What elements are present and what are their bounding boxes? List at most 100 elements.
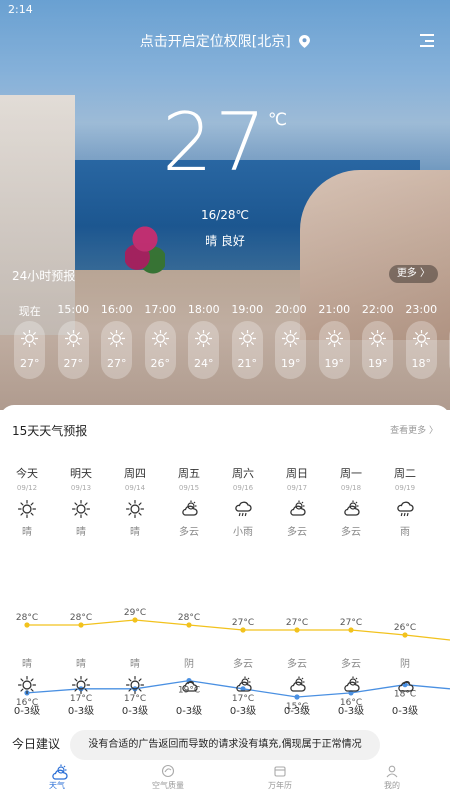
- wind-level: 0-3级: [13, 706, 41, 717]
- tab-air-quality[interactable]: 空气质量: [128, 764, 208, 791]
- ad-toast-message: 没有合适的广告返回而导致的请求没有填充,偶现属于正常情况: [70, 730, 380, 760]
- daily-forecast-list[interactable]: 28°C 28°C 29°C 28°C 27°C 27°C 27°C 26°C 16°C 17°C…: [0, 465, 450, 755]
- wind-level: 0-3级: [391, 706, 419, 717]
- daily-forecast-day[interactable]: 周六 09/16 小雨: [216, 465, 270, 538]
- hourly-time: 20:00: [274, 303, 307, 316]
- tab-weather[interactable]: 天气: [17, 764, 97, 791]
- weather-icon: [50, 764, 68, 780]
- daily-forecast-night: 多云 0-3级: [216, 655, 270, 717]
- sun-icon: [194, 329, 213, 351]
- forecast-more-link[interactable]: 查看更多 〉: [390, 423, 438, 436]
- current-condition: 晴 良好: [205, 234, 245, 248]
- hourly-item[interactable]: 17:00 26°: [139, 303, 183, 379]
- night-condition: 多云: [341, 659, 361, 670]
- hourly-item[interactable]: 21:00 19°: [313, 303, 357, 379]
- daily-forecast-day[interactable]: 明天 09/13 晴: [54, 465, 108, 538]
- tab-label: 空气质量: [152, 781, 184, 790]
- tab-calendar[interactable]: 万年历: [240, 764, 320, 791]
- hourly-time: 09: [443, 303, 450, 321]
- location-pin-icon: [299, 35, 311, 48]
- calendar-icon: [273, 764, 287, 778]
- partly-cloudy-icon: [180, 500, 198, 518]
- hourly-temp: 19°: [324, 357, 345, 370]
- high-label: 28°C: [70, 613, 92, 623]
- hourly-temp: 24°: [194, 357, 214, 370]
- high-point: [24, 622, 30, 628]
- location-label: 点击开启定位权限[北京]: [139, 34, 291, 50]
- sun-icon: [71, 675, 91, 695]
- hourly-more-button[interactable]: 更多 〉: [388, 265, 438, 283]
- hourly-time: 22:00: [361, 303, 394, 316]
- sun-icon: [368, 329, 387, 351]
- day-name: 周一: [340, 467, 362, 480]
- hourly-temp: 21°: [237, 357, 258, 370]
- high-label: 28°C: [16, 613, 38, 623]
- hourly-pill: 27°: [57, 321, 89, 379]
- hourly-item[interactable]: 18:00 24°: [182, 303, 226, 379]
- night-condition: 多云: [287, 659, 307, 670]
- hourly-item[interactable]: 16:00 27°: [95, 303, 139, 379]
- hourly-time: 15:00: [57, 303, 90, 316]
- hourly-temp: 27°: [107, 357, 127, 370]
- hourly-item[interactable]: 现在 27°: [8, 303, 52, 379]
- day-name: 明天: [70, 467, 92, 480]
- hourly-temp: 27°: [63, 357, 84, 370]
- hourly-pill: 18°: [405, 321, 437, 379]
- tab-label: 我的: [384, 781, 400, 790]
- sun-icon: [238, 329, 257, 351]
- day-date: 09/19: [394, 484, 416, 492]
- partly-cloudy-icon: [342, 500, 360, 518]
- daily-forecast-night: 多云 0-3级: [270, 655, 324, 717]
- high-label: 26°C: [394, 623, 416, 633]
- tab-label: 万年历: [268, 781, 292, 790]
- hourly-time: 19:00: [231, 303, 264, 316]
- sun-icon: [107, 329, 126, 351]
- high-point: [186, 622, 192, 628]
- day-name: 周四: [124, 467, 146, 480]
- hourly-item[interactable]: 19:00 21°: [226, 303, 270, 379]
- sun-icon: [412, 329, 431, 351]
- daily-forecast-day[interactable]: 周一 09/18 多云: [324, 465, 378, 538]
- day-condition: 小雨: [233, 527, 253, 538]
- high-label: 28°C: [178, 613, 200, 623]
- daily-forecast-day[interactable]: 周日 09/17 多云: [270, 465, 324, 538]
- hourly-item[interactable]: 22:00 19°: [356, 303, 400, 379]
- day-date: 09/17: [286, 484, 308, 492]
- sun-icon: [71, 499, 91, 519]
- hourly-pill: 19°: [362, 321, 394, 379]
- daily-forecast-day[interactable]: 周二 09/19 雨: [378, 465, 432, 538]
- day-condition: 多云: [341, 527, 361, 538]
- partly-cloudy-icon: [288, 500, 306, 518]
- menu-icon[interactable]: [420, 34, 434, 47]
- wind-level: 0-3级: [337, 706, 365, 717]
- wind-level: 0-3级: [229, 706, 257, 717]
- hourly-forecast-list[interactable]: 现在 27° 15:00 27° 16:00 27° 17:00 26° 18:…: [8, 303, 450, 383]
- hourly-pill: 26°: [144, 321, 176, 379]
- hourly-item[interactable]: 23:00 18°: [400, 303, 444, 379]
- hourly-item[interactable]: 20:00 19°: [269, 303, 313, 379]
- sun-icon: [125, 499, 145, 519]
- hourly-temp: 26°: [150, 357, 171, 370]
- hourly-time: 23:00: [405, 303, 438, 316]
- day-condition: 雨: [400, 527, 410, 538]
- tab-profile[interactable]: 我的: [352, 764, 432, 791]
- daily-forecast-day[interactable]: 今天 09/12 晴: [0, 465, 54, 538]
- daily-forecast-day[interactable]: 周四 09/14 晴: [108, 465, 162, 538]
- sun-icon: [20, 329, 39, 351]
- wind-level: 0-3级: [175, 706, 203, 717]
- hourly-pill: 19°: [318, 321, 350, 379]
- hourly-pill: 19°: [275, 321, 307, 379]
- night-condition: 阴: [400, 659, 410, 670]
- tab-label: 天气: [49, 781, 65, 790]
- location-permission-link[interactable]: 点击开启定位权限[北京]: [0, 31, 450, 51]
- daily-forecast-day[interactable]: 周五 09/15 多云: [162, 465, 216, 538]
- temperature-unit: ℃: [268, 110, 288, 130]
- rain-icon: [396, 500, 414, 518]
- high-label: 27°C: [340, 618, 362, 628]
- hourly-pill: 27°: [101, 321, 133, 379]
- day-date: 09/15: [178, 484, 200, 492]
- high-point: [132, 617, 138, 623]
- daily-forecast-night: 晴 0-3级: [108, 655, 162, 717]
- hourly-item[interactable]: 15:00 27°: [52, 303, 96, 379]
- hourly-item[interactable]: 09: [443, 303, 450, 379]
